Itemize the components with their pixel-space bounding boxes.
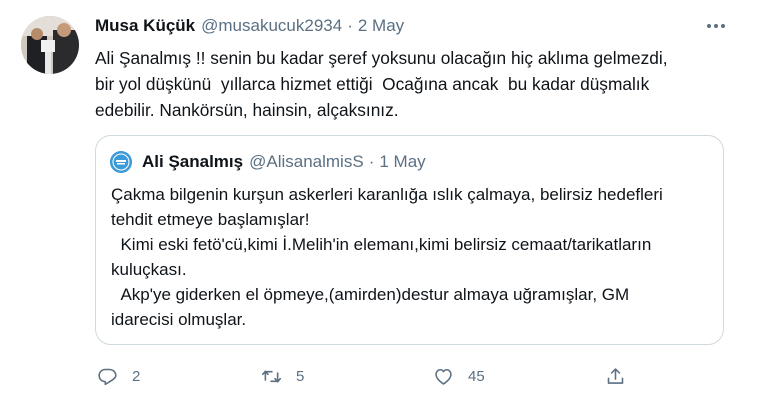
heart-icon [435,368,452,385]
like-button[interactable]: 45 [433,362,485,390]
author-name[interactable]: Musa Küçük [95,16,195,36]
more-options-button[interactable] [702,14,730,38]
quoted-tweet-text: Çakma bilgenin kurşun askerleri karanlığ… [111,185,663,329]
share-button[interactable] [605,362,626,390]
retweet-button[interactable]: 5 [261,362,304,390]
tweet-text: Ali Şanalmış !! senin bu kadar şeref yok… [95,48,668,120]
separator-dot: · [347,16,353,35]
quoted-separator-dot: · [368,152,375,171]
more-horizontal-icon [707,24,725,28]
tweet-header: Musa Küçük @musakucuk2934 · 2 May [95,14,404,38]
tweet-card[interactable]: Musa Küçük @musakucuk2934 · 2 May Ali Şa… [0,0,765,407]
quoted-tweet-header: Ali Şanalmış @AlisanalmisS · 1 May [142,150,426,174]
quoted-tweet-date[interactable]: 1 May [379,152,425,172]
quoted-author-avatar[interactable] [110,151,132,173]
quoted-author-name[interactable]: Ali Şanalmış [142,152,243,172]
retweet-icon [261,369,282,383]
tweet-date[interactable]: 2 May [358,16,404,36]
quoted-author-avatar-image [110,151,132,173]
reply-button[interactable]: 2 [97,362,140,390]
retweet-count: 5 [296,367,305,385]
author-avatar[interactable] [21,16,79,74]
like-count: 45 [468,367,485,385]
share-icon [607,367,624,384]
author-avatar-image [21,16,79,74]
reply-icon [98,368,117,385]
quoted-author-handle[interactable]: @AlisanalmisS [249,152,364,172]
reply-count: 2 [132,367,141,385]
tweet-actions: 2 5 45 [95,362,655,390]
quoted-tweet[interactable]: Ali Şanalmış @AlisanalmisS · 1 May Çakma… [95,135,724,345]
author-handle[interactable]: @musakucuk2934 [201,16,342,36]
